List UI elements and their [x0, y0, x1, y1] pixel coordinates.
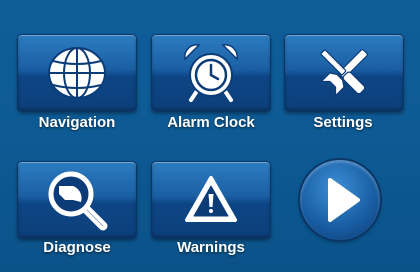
alarm-clock-button[interactable] — [151, 34, 271, 112]
alarm-clock-label: Alarm Clock — [167, 114, 255, 131]
alarm-clock-icon — [184, 44, 238, 102]
diagnose-label: Diagnose — [43, 239, 111, 256]
main-menu-screen: Navigation Alarm Clock Settings Diagnose… — [0, 0, 420, 272]
tools-icon — [319, 49, 368, 98]
warnings-button[interactable] — [151, 161, 271, 239]
next-button[interactable] — [300, 160, 380, 240]
diagnose-button[interactable] — [17, 161, 137, 239]
settings-label: Settings — [313, 114, 373, 131]
settings-button[interactable] — [284, 34, 404, 112]
magnifier-icon — [48, 171, 108, 231]
play-arrow-icon — [328, 178, 360, 222]
navigation-button[interactable] — [17, 34, 137, 112]
globe-icon — [48, 47, 106, 99]
warning-icon — [185, 176, 237, 222]
warnings-label: Warnings — [177, 239, 245, 256]
navigation-label: Navigation — [38, 114, 116, 131]
